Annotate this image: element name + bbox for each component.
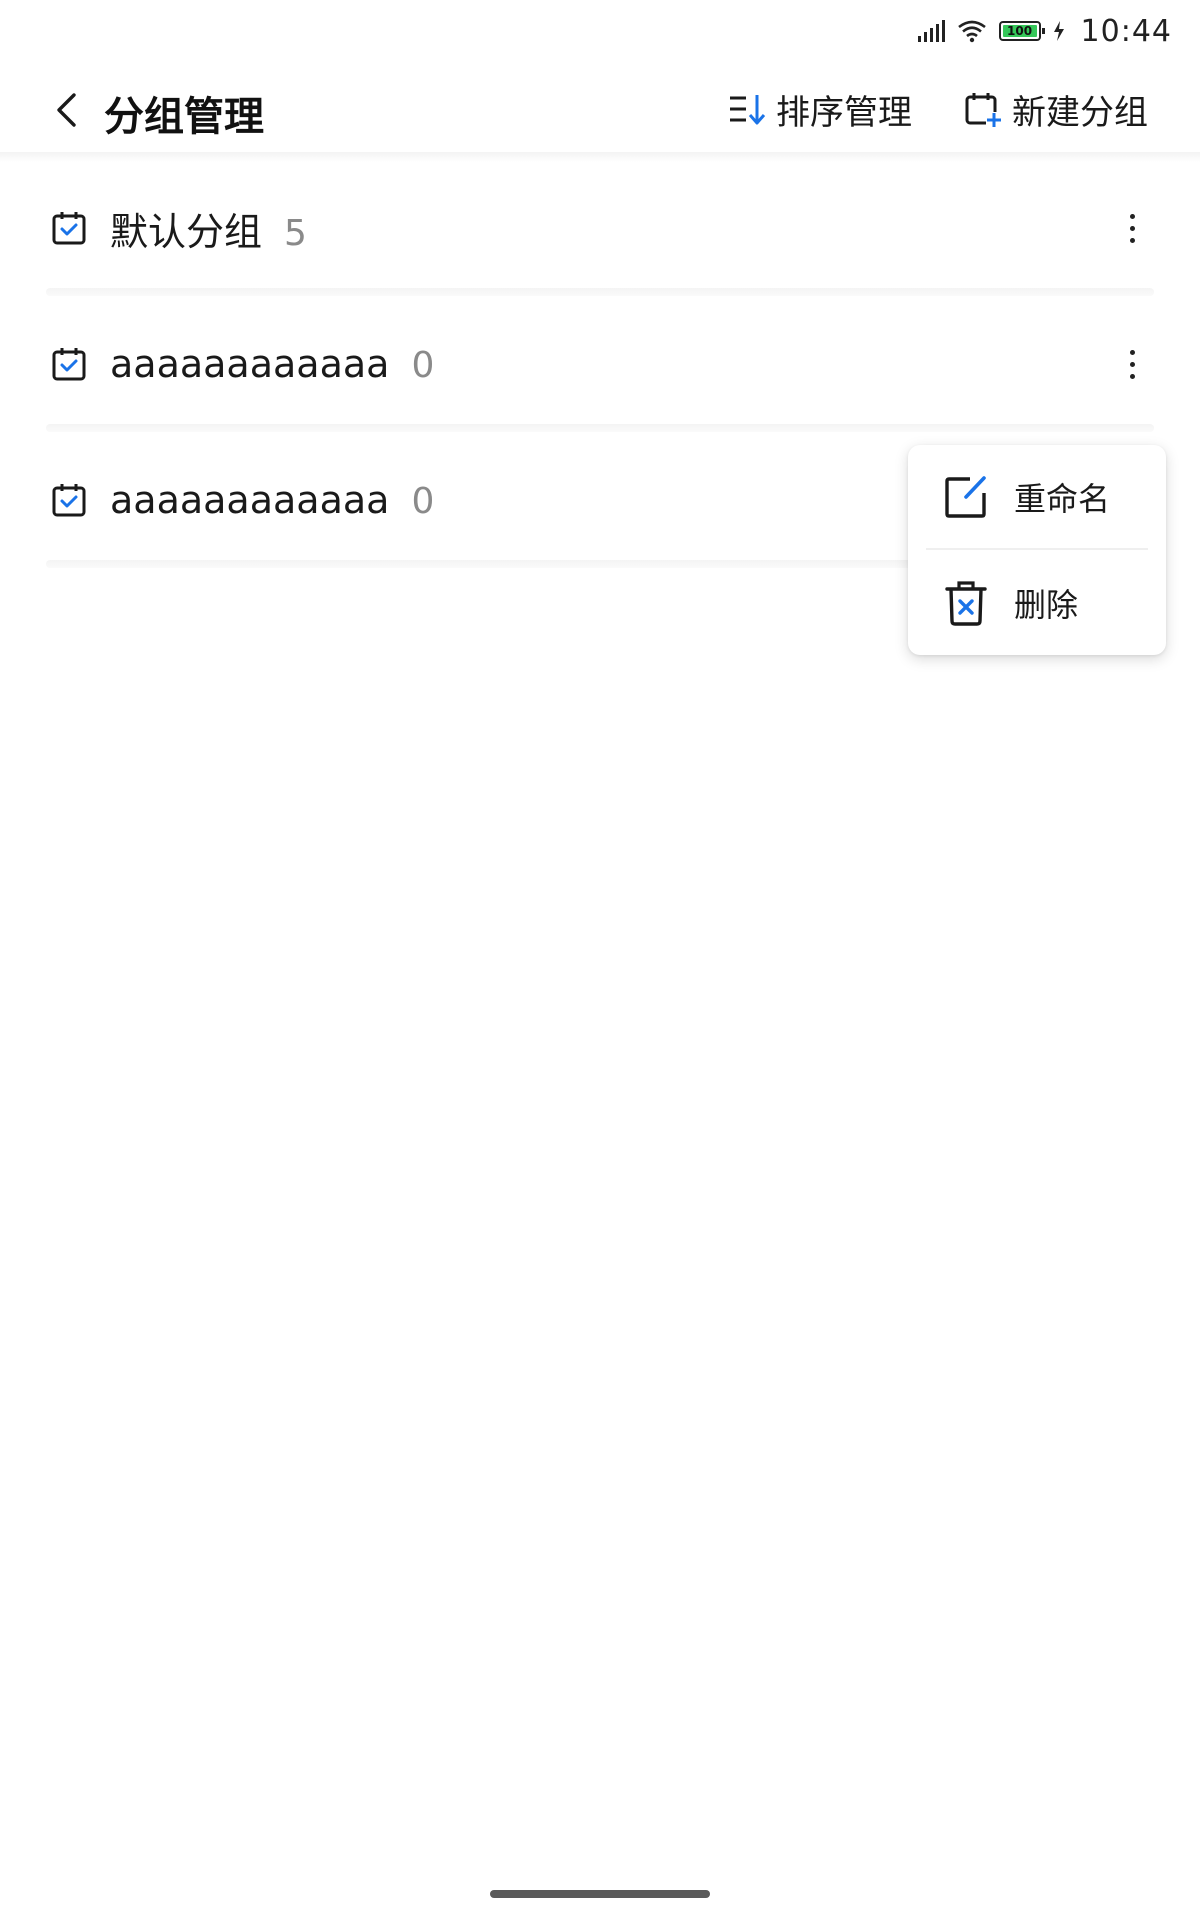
- more-options-icon[interactable]: [1120, 206, 1144, 250]
- row-divider: [46, 288, 1154, 296]
- row-divider: [46, 424, 1154, 432]
- group-name-wrap: aaaaaaaaaaaa 0: [110, 478, 434, 522]
- group-name: aaaaaaaaaaaa: [110, 342, 390, 386]
- delete-label: 删除: [1014, 586, 1079, 624]
- new-group-label: 新建分组: [1012, 92, 1148, 133]
- group-count: 5: [284, 212, 307, 254]
- page-title: 分组管理: [104, 94, 264, 140]
- group-name: 默认分组: [110, 209, 263, 254]
- group-name-wrap: aaaaaaaaaaaa 0: [110, 342, 434, 386]
- edit-icon: [944, 475, 988, 519]
- wifi-icon: [957, 20, 986, 43]
- calendar-check-icon: [50, 209, 88, 247]
- home-indicator[interactable]: [490, 1890, 710, 1898]
- trash-icon: [944, 581, 988, 626]
- battery-level: 100: [1002, 25, 1037, 37]
- new-group-icon: [965, 93, 1002, 128]
- charging-icon: [1053, 21, 1064, 41]
- group-management-screen: 100 10:44 分组管理 排序管理 新建分组 默认分组 5 aaaaaaaa…: [0, 0, 1200, 1920]
- status-time: 10:44: [1080, 13, 1172, 49]
- group-options-menu: 重命名 删除: [908, 445, 1166, 655]
- group-count: 0: [411, 345, 435, 386]
- back-arrow-icon: [57, 93, 76, 127]
- group-count: 0: [411, 481, 435, 522]
- delete-menu-item[interactable]: 删除: [908, 551, 1166, 655]
- signal-icon: [917, 20, 945, 42]
- new-group-button[interactable]: 新建分组: [964, 84, 1148, 134]
- rename-menu-item[interactable]: 重命名: [908, 445, 1166, 549]
- sort-icon: [730, 95, 766, 125]
- calendar-check-icon: [50, 345, 88, 383]
- status-icons: 100 10:44: [917, 8, 1172, 54]
- group-name: aaaaaaaaaaaa: [110, 478, 390, 522]
- status-bar: 100 10:44: [0, 0, 1200, 62]
- menu-divider: [926, 548, 1148, 550]
- group-row[interactable]: 默认分组 5: [0, 160, 1200, 296]
- battery-icon: 100: [998, 21, 1045, 41]
- group-name-wrap: 默认分组 5: [110, 201, 307, 256]
- sort-management-label: 排序管理: [776, 92, 912, 133]
- more-options-icon[interactable]: [1120, 342, 1144, 386]
- rename-label: 重命名: [1014, 480, 1111, 518]
- back-button[interactable]: [46, 88, 86, 132]
- calendar-check-icon: [50, 481, 88, 519]
- group-row[interactable]: aaaaaaaaaaaa 0: [0, 296, 1200, 432]
- app-header: 分组管理 排序管理 新建分组: [0, 62, 1200, 160]
- sort-management-button[interactable]: 排序管理: [728, 84, 912, 134]
